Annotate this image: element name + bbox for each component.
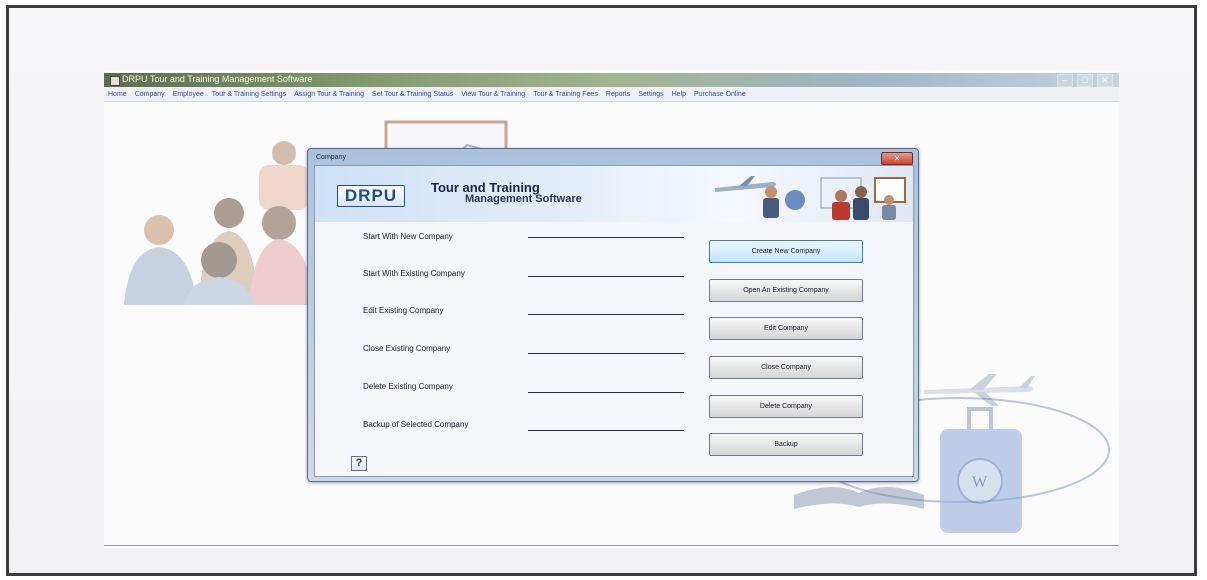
row-divider-line — [528, 392, 684, 393]
label-start-existing-company: Start With Existing Company — [363, 269, 465, 278]
menu-employee[interactable]: Employee — [169, 91, 208, 98]
dialog-close-button[interactable]: ✕ — [881, 152, 913, 165]
header-business-people-icon — [715, 176, 906, 220]
company-dialog: Company ✕ DRPU Tour and Training Managem… — [307, 148, 919, 482]
help-button[interactable]: ? — [351, 456, 367, 471]
menu-set-tour-training-status[interactable]: Set Tour & Training Status — [368, 91, 457, 98]
brand-subtitle: Management Software — [465, 193, 582, 205]
open-existing-company-button[interactable]: Open An Existing Company — [709, 279, 863, 302]
app-bottom-divider — [104, 545, 1119, 546]
svg-text:W: W — [972, 474, 988, 491]
drpu-logo: DRPU — [337, 185, 405, 207]
menu-tour-training-fees[interactable]: Tour & Training Fees — [529, 91, 602, 98]
dialog-header-banner: DRPU Tour and Training Management Softwa… — [315, 166, 913, 222]
app-icon — [110, 76, 120, 86]
menu-tour-training-settings[interactable]: Tour & Training Settings — [208, 91, 290, 98]
row-divider-line — [528, 353, 684, 354]
label-backup-selected-company: Backup of Selected Company — [363, 420, 469, 429]
app-titlebar[interactable]: DRPU Tour and Training Management Softwa… — [104, 73, 1119, 87]
row-divider-line — [528, 276, 684, 277]
menubar: Home Company Employee Tour & Training Se… — [104, 87, 1119, 102]
label-start-new-company: Start With New Company — [363, 232, 453, 241]
menu-view-tour-training[interactable]: View Tour & Training — [457, 91, 529, 98]
app-title: DRPU Tour and Training Management Softwa… — [122, 74, 313, 84]
dialog-title: Company — [316, 154, 346, 161]
row-divider-line — [528, 237, 684, 238]
menu-home[interactable]: Home — [104, 91, 131, 98]
label-edit-existing-company: Edit Existing Company — [363, 306, 444, 315]
backup-button[interactable]: Backup — [709, 433, 863, 456]
background-suitcase: W — [940, 407, 1022, 533]
screenshot-frame: DRPU Tour and Training Management Softwa… — [6, 5, 1197, 576]
menu-settings[interactable]: Settings — [634, 91, 667, 98]
window-controls: – □ ✕ — [1057, 74, 1113, 87]
delete-company-button[interactable]: Delete Company — [709, 395, 863, 418]
edit-company-button[interactable]: Edit Company — [709, 317, 863, 340]
close-company-button[interactable]: Close Company — [709, 356, 863, 379]
menu-purchase-online[interactable]: Purchase Online — [690, 91, 750, 98]
row-divider-line — [528, 314, 684, 315]
menu-assign-tour-training[interactable]: Assign Tour & Training — [290, 91, 368, 98]
label-delete-existing-company: Delete Existing Company — [363, 382, 453, 391]
row-divider-line — [528, 430, 684, 431]
maximize-icon[interactable]: □ — [1077, 74, 1093, 87]
minimize-icon[interactable]: – — [1057, 74, 1073, 87]
create-new-company-button[interactable]: Create New Company — [709, 240, 863, 263]
close-icon[interactable]: ✕ — [1097, 74, 1113, 87]
dialog-body: DRPU Tour and Training Management Softwa… — [314, 165, 914, 477]
menu-reports[interactable]: Reports — [602, 91, 635, 98]
background-people-illustration — [124, 141, 314, 305]
label-close-existing-company: Close Existing Company — [363, 344, 451, 353]
menu-company[interactable]: Company — [131, 91, 169, 98]
menu-help[interactable]: Help — [668, 91, 690, 98]
